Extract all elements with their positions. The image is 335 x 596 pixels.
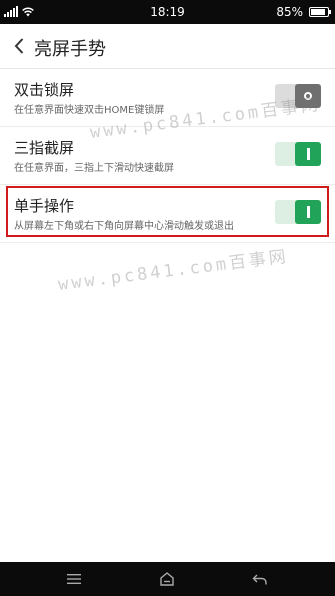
home-icon <box>160 572 174 586</box>
menu-icon <box>67 574 81 584</box>
navigation-bar <box>0 562 335 596</box>
setting-title: 单手操作 <box>14 197 75 215</box>
toggle-knob <box>295 200 321 224</box>
battery-icon <box>309 7 331 17</box>
toggle-knob <box>295 142 321 166</box>
battery-percent: 85% <box>276 5 303 19</box>
home-button[interactable] <box>137 562 197 596</box>
toggle-switch[interactable] <box>275 200 321 224</box>
back-button[interactable] <box>6 32 32 60</box>
app-header: 亮屏手势 <box>0 24 335 69</box>
setting-three-finger-screenshot[interactable]: 三指截屏 在任意界面，三指上下滑动快速截屏 <box>0 127 335 185</box>
setting-description: 从屏幕左下角或右下角向屏幕中心滑动触发或退出 <box>14 221 234 232</box>
status-bar: 18:19 85% <box>0 0 335 24</box>
menu-button[interactable] <box>44 562 104 596</box>
return-icon <box>252 574 267 585</box>
chevron-left-icon <box>14 38 24 54</box>
return-button[interactable] <box>230 562 290 596</box>
setting-one-hand-mode[interactable]: 单手操作 从屏幕左下角或右下角向屏幕中心滑动触发或退出 <box>0 185 335 243</box>
setting-description: 在任意界面，三指上下滑动快速截屏 <box>14 163 174 174</box>
watermark: www.pc841.com百事网 <box>57 246 290 295</box>
page-title: 亮屏手势 <box>34 39 106 60</box>
setting-title: 三指截屏 <box>14 139 75 157</box>
toggle-switch[interactable] <box>275 142 321 166</box>
setting-title: 双击锁屏 <box>14 81 75 99</box>
